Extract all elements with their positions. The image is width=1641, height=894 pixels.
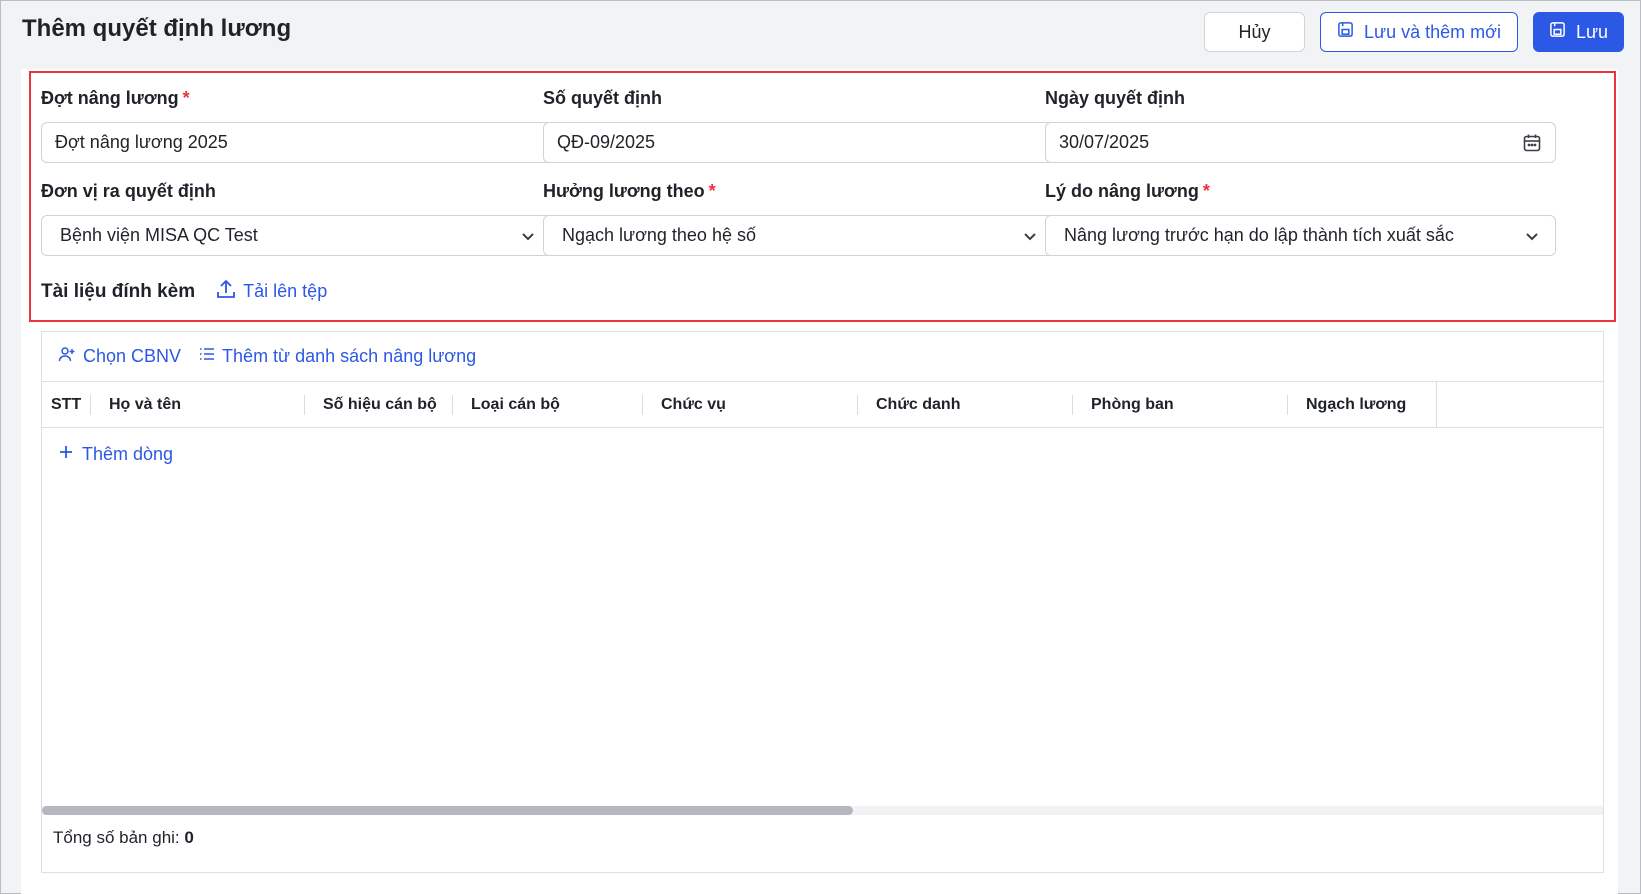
field-label: Đơn vị ra quyết định — [41, 181, 216, 201]
scrollbar-thumb[interactable] — [42, 806, 853, 815]
field-label: Ngày quyết định — [1045, 88, 1186, 108]
salary-basis-value: Ngạch lương theo hệ số — [562, 225, 756, 245]
decision-number-input[interactable]: QĐ-09/2025 — [543, 122, 1054, 163]
column-divider — [1436, 382, 1437, 428]
save-icon — [1337, 21, 1354, 43]
column-header-position[interactable]: Chức vụ — [642, 382, 726, 428]
chevron-down-icon — [1521, 225, 1543, 247]
attachments-title: Tài liệu đính kèm — [41, 280, 196, 302]
field-raise-reason: Lý do nâng lương * Nâng lương trước hạn d… — [1045, 179, 1556, 256]
page-title: Thêm quyết định lương — [22, 15, 292, 42]
cancel-button-label: Hủy — [1238, 21, 1271, 42]
column-header-salary-grade[interactable]: Ngạch lương — [1287, 382, 1406, 428]
save-and-new-button[interactable]: Lưu và thêm mới — [1320, 12, 1518, 52]
decision-date-value: 30/07/2025 — [1059, 132, 1150, 152]
cancel-button[interactable]: Hủy — [1204, 12, 1305, 52]
raise-reason-value: Nâng lương trước hạn do lập thành tích x… — [1064, 225, 1454, 245]
add-row-label: Thêm dòng — [82, 444, 174, 464]
upload-file-link[interactable]: Tải lên tệp — [215, 278, 327, 305]
choose-employee-button[interactable]: Chọn CBNV — [58, 345, 181, 368]
field-label: Số quyết định — [543, 88, 662, 108]
field-label: Lý do nâng lương * — [1045, 181, 1210, 201]
salary-round-value: Đợt nâng lương 2025 — [55, 132, 228, 152]
attachments-section: Tài liệu đính kèm Tải lên tệp — [41, 278, 327, 305]
choose-employee-label: Chọn CBNV — [83, 346, 182, 366]
field-issuing-unit: Đơn vị ra quyết định Bệnh viện MISA QC T… — [41, 179, 552, 256]
required-mark: * — [182, 88, 190, 108]
upload-icon — [215, 278, 237, 305]
save-label: Lưu — [1575, 21, 1609, 42]
chevron-down-icon — [517, 225, 539, 247]
chevron-down-icon — [1019, 225, 1041, 247]
save-and-new-label: Lưu và thêm mới — [1364, 21, 1501, 42]
add-from-list-label: Thêm từ danh sách nâng lương — [222, 346, 477, 366]
field-label: Hưởng lương theo * — [543, 181, 716, 201]
upload-file-label: Tải lên tệp — [243, 281, 328, 301]
column-header-department[interactable]: Phòng ban — [1072, 382, 1174, 428]
field-salary-round: Đợt nâng lương * Đợt nâng lương 2025 — [41, 86, 552, 163]
field-decision-date: Ngày quyết định 30/07/2025 — [1045, 86, 1556, 163]
list-icon — [199, 346, 215, 367]
issuing-unit-select[interactable]: Bệnh viện MISA QC Test — [41, 215, 552, 256]
column-header-title[interactable]: Chức danh — [857, 382, 960, 428]
raise-reason-select[interactable]: Nâng lương trước hạn do lập thành tích x… — [1045, 215, 1556, 256]
plus-icon — [58, 444, 74, 465]
page-header: Thêm quyết định lương Hủy Lưu và thêm mớ… — [1, 1, 1639, 65]
grid-toolbar: Chọn CBNV Thêm từ danh sách nâng lương — [42, 332, 1603, 382]
save-button[interactable]: Lưu — [1533, 12, 1624, 52]
record-count-value: 0 — [184, 828, 194, 847]
required-mark: * — [1202, 181, 1210, 201]
column-header-staff-id[interactable]: Số hiệu cán bộ — [304, 382, 437, 428]
record-count: Tổng số bản ghi: 0 — [53, 828, 194, 848]
field-salary-basis: Hưởng lương theo * Ngạch lương theo hệ số — [543, 179, 1054, 256]
calendar-icon[interactable] — [1521, 132, 1543, 154]
user-plus-icon — [58, 345, 76, 368]
column-header-stt[interactable]: STT — [32, 382, 81, 428]
required-mark: * — [708, 181, 716, 201]
column-header-full-name[interactable]: Họ và tên — [90, 382, 181, 428]
issuing-unit-value: Bệnh viện MISA QC Test — [60, 225, 258, 245]
salary-round-input[interactable]: Đợt nâng lương 2025 — [41, 122, 552, 163]
salary-basis-select[interactable]: Ngạch lương theo hệ số — [543, 215, 1054, 256]
horizontal-scrollbar[interactable] — [42, 806, 1603, 815]
decision-number-value: QĐ-09/2025 — [557, 132, 656, 152]
record-count-label: Tổng số bản ghi: — [53, 828, 180, 847]
field-label: Đợt nâng lương * — [41, 88, 190, 108]
add-row-button[interactable]: Thêm dòng — [58, 444, 173, 465]
add-from-list-button[interactable]: Thêm từ danh sách nâng lương — [199, 346, 476, 367]
save-icon — [1549, 21, 1566, 43]
decision-date-input[interactable]: 30/07/2025 — [1045, 122, 1556, 163]
employee-grid: Chọn CBNV Thêm từ danh sách nâng lương S… — [41, 331, 1604, 873]
grid-header-row: STT Họ và tên Số hiệu cán bộ Loại cán bộ… — [42, 382, 1603, 428]
column-header-staff-type[interactable]: Loại cán bộ — [452, 382, 560, 428]
field-decision-number: Số quyết định QĐ-09/2025 — [543, 86, 1054, 163]
